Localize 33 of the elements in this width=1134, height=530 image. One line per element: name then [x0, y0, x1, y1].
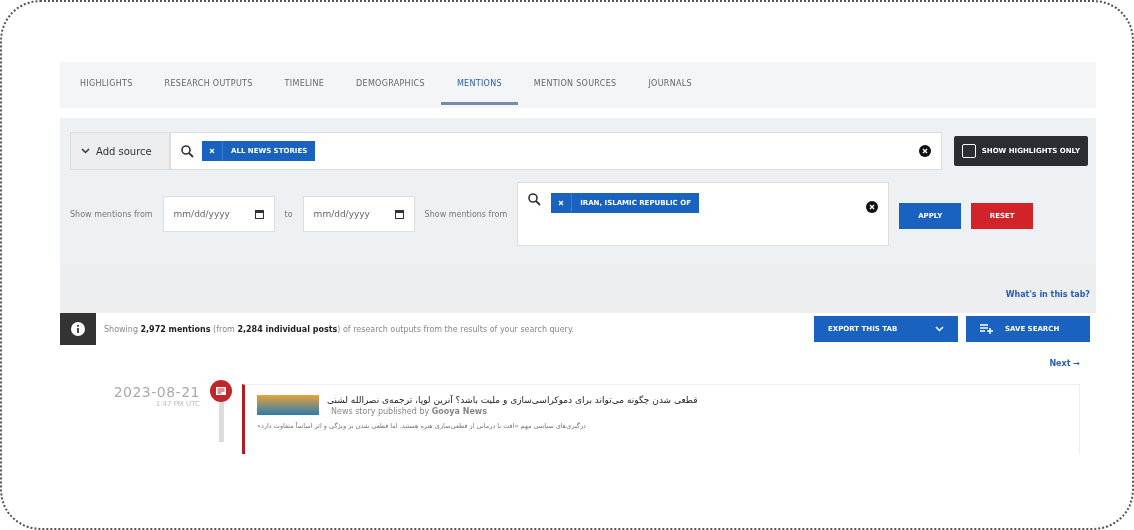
date-from-field[interactable]: mm/dd/yyyy: [162, 196, 275, 232]
calendar-icon: [254, 209, 264, 219]
nav-tab[interactable]: TIMELINE: [268, 65, 341, 105]
add-to-list-icon: [980, 324, 993, 334]
date-range-label: Show mentions from: [70, 209, 153, 219]
chevron-down-icon: [81, 148, 90, 154]
nav-tab[interactable]: HIGHLIGHTS: [64, 65, 149, 105]
add-source-dropdown[interactable]: Add source: [70, 132, 170, 170]
nav-tab[interactable]: RESEARCH OUTPUTS: [148, 65, 269, 105]
chevron-down-icon: [935, 326, 944, 332]
help-link[interactable]: What's in this tab?: [1005, 290, 1090, 299]
nav-tab[interactable]: JOURNALS: [632, 65, 708, 105]
country-label: Show mentions from: [424, 209, 508, 219]
nav-tab[interactable]: MENTION SOURCES: [517, 65, 633, 105]
news-icon: [210, 380, 232, 402]
next-link[interactable]: Next →: [1049, 359, 1080, 368]
to-label: to: [284, 209, 293, 219]
calendar-icon: [394, 209, 404, 219]
remove-icon[interactable]: [558, 200, 565, 206]
remove-icon[interactable]: [209, 148, 215, 154]
summary-text: Showing 2,972 mentions (from 2,284 individual posts) of research outputs from the results of your search query.: [104, 324, 576, 334]
mention-title[interactable]: قطعی شدن چگونه می‌تواند برای دموکراسی‌سازی و ملیت باشد؟ آنرین لوپا، ترجمه‌ی نصرالله لشنی: [327, 395, 698, 405]
search-icon: [528, 193, 542, 206]
mention-byline: News story published by Gooya News: [330, 407, 487, 416]
nav-tab[interactable]: MENTIONS: [440, 65, 518, 105]
checkbox[interactable]: [961, 144, 976, 158]
clear-icon[interactable]: [866, 201, 879, 213]
nav-tab[interactable]: DEMOGRAPHICS: [340, 65, 441, 105]
clear-icon[interactable]: [918, 145, 931, 157]
source-logo: [257, 395, 319, 415]
mention-date: 2023-08-21: [113, 384, 200, 400]
search-icon: [181, 144, 194, 158]
date-to-field[interactable]: mm/dd/yyyy: [302, 196, 415, 232]
